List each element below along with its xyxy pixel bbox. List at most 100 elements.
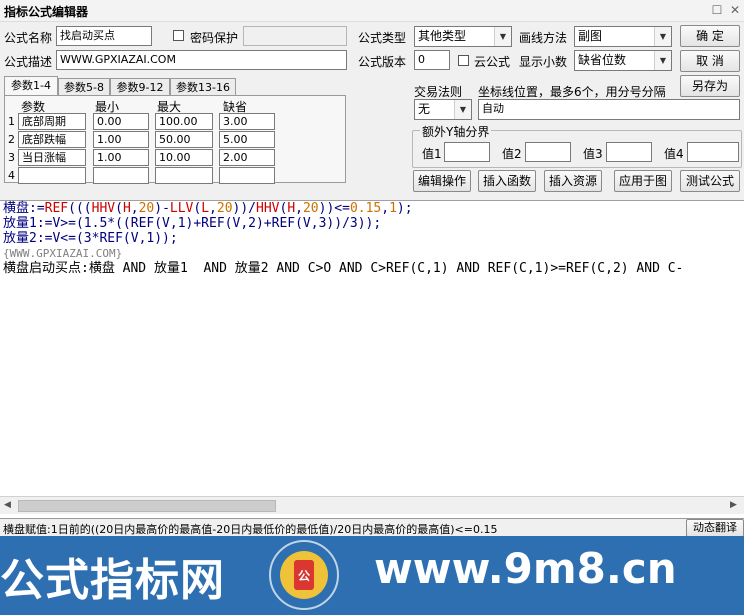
formula-name-label: 公式名称	[4, 31, 53, 45]
code-line-1: 横盘:=REF(((HHV(H,20)-LLV(L,20))/HHV(H,20)…	[3, 201, 413, 216]
param-row-number: 3	[8, 151, 15, 164]
watermark-right-text: www.9m8.cn	[374, 544, 677, 593]
code-token: 20	[302, 201, 319, 216]
formula-name-input[interactable]: 找启动买点	[56, 26, 152, 46]
formula-type-label: 公式类型	[358, 31, 407, 45]
tab-params-9-12[interactable]: 参数9-12	[110, 78, 170, 96]
trade-rule-value: 无	[418, 102, 431, 116]
formula-desc-input[interactable]: WWW.GPXIAZAI.COM	[56, 50, 347, 70]
code-token: ,	[130, 201, 139, 216]
insert-function-button[interactable]: 插入函数	[478, 170, 536, 192]
formula-settings-panel: 公式名称 找启动买点 密码保护 公式类型 其他类型 ▼ 画线方法 副图 ▼ 确 …	[0, 22, 744, 200]
y-value3-label: 值3	[583, 147, 603, 161]
y-value4-label: 值4	[664, 147, 684, 161]
param-default-cell[interactable]: 2.00	[219, 149, 275, 166]
code-token: 0.15	[349, 201, 382, 216]
editor-horizontal-scrollbar[interactable]: ◀ ▶	[0, 496, 744, 514]
cancel-button[interactable]: 取 消	[680, 50, 740, 72]
param-row-number: 4	[8, 169, 15, 182]
svg-text:公: 公	[298, 569, 310, 583]
param-min-cell[interactable]: 1.00	[93, 131, 149, 148]
edit-ops-button[interactable]: 编辑操作	[413, 170, 471, 192]
param-max-cell[interactable]: 10.00	[155, 149, 213, 166]
scrollbar-thumb[interactable]	[18, 500, 276, 512]
save-as-button[interactable]: 另存为	[680, 75, 740, 97]
code-token: ))<=	[318, 201, 350, 216]
code-token: )-	[154, 201, 170, 216]
code-line-2: 放量1:=V>=(1.5*((REF(V,1)+REF(V,2)+REF(V,3…	[3, 216, 382, 231]
decimal-value: 缺省位数	[578, 53, 627, 67]
code-line-3: 放量2:=V<=(3*REF(V,1));	[3, 231, 178, 246]
code-token: H	[287, 201, 296, 216]
password-label: 密码保护	[190, 31, 239, 45]
param-name-cell[interactable]	[18, 167, 86, 184]
draw-method-value: 副图	[578, 29, 603, 43]
test-formula-button[interactable]: 测试公式	[680, 170, 740, 192]
formula-type-select[interactable]: 其他类型 ▼	[414, 26, 512, 47]
param-max-cell[interactable]	[155, 167, 213, 184]
code-token: ,	[381, 201, 390, 216]
trade-rule-label: 交易法则	[414, 85, 463, 99]
status-text: 横盘赋值:1日前的((20日内最高价的最高值-20日内最低价的最低值)/20日内…	[3, 523, 498, 536]
draw-method-select[interactable]: 副图 ▼	[574, 26, 672, 47]
param-default-cell[interactable]	[219, 167, 275, 184]
password-checkbox[interactable]	[173, 30, 184, 41]
y-value3-input[interactable]	[606, 142, 652, 162]
param-max-cell[interactable]: 100.00	[155, 113, 213, 130]
code-token: L	[201, 201, 210, 216]
param-min-cell[interactable]	[93, 167, 149, 184]
ok-button[interactable]: 确 定	[680, 25, 740, 47]
param-min-cell[interactable]: 0.00	[93, 113, 149, 130]
code-token: );	[396, 201, 413, 216]
y-value1-input[interactable]	[444, 142, 490, 162]
code-token: 1	[389, 201, 397, 216]
formula-type-value: 其他类型	[418, 29, 467, 43]
cloud-formula-label: 云公式	[474, 55, 511, 69]
code-token: REF	[44, 201, 69, 216]
dynamic-translate-button[interactable]: 动态翻译	[686, 519, 744, 537]
chevron-down-icon: ▼	[494, 27, 511, 46]
decimal-select[interactable]: 缺省位数 ▼	[574, 50, 672, 71]
scroll-right-icon[interactable]: ▶	[730, 500, 737, 510]
cloud-formula-checkbox[interactable]	[458, 55, 469, 66]
seal-logo-icon: 公	[269, 540, 339, 610]
chevron-down-icon: ▼	[654, 27, 671, 46]
code-token: LLV	[169, 201, 194, 216]
param-name-cell[interactable]: 底部周期	[18, 113, 86, 130]
tab-params-13-16[interactable]: 参数13-16	[170, 78, 236, 96]
param-name-cell[interactable]: 当日涨幅	[18, 149, 86, 166]
param-name-cell[interactable]: 底部跌幅	[18, 131, 86, 148]
formula-version-label: 公式版本	[358, 55, 407, 69]
watermark-left-text: 公式指标网	[0, 555, 225, 606]
code-token: ,	[295, 201, 303, 216]
tab-params-5-8[interactable]: 参数5-8	[58, 78, 110, 96]
coord-line-label: 坐标线位置，最多6个，用分号分隔	[478, 85, 666, 99]
code-comment: {WWW.GPXIAZAI.COM}	[3, 247, 123, 260]
insert-resource-button[interactable]: 插入资源	[544, 170, 602, 192]
draw-method-label: 画线方法	[519, 31, 568, 45]
trade-rule-select[interactable]: 无 ▼	[414, 99, 472, 120]
scroll-left-icon[interactable]: ◀	[4, 500, 11, 510]
apply-to-chart-button[interactable]: 应用于图	[614, 170, 672, 192]
decimal-label: 显示小数	[519, 55, 568, 69]
formula-version-input[interactable]: 0	[414, 50, 450, 70]
formula-desc-label: 公式描述	[4, 55, 53, 69]
tab-params-1-4[interactable]: 参数1-4	[4, 76, 58, 95]
close-icon[interactable]: ✕	[728, 3, 742, 17]
code-token: (	[115, 201, 123, 216]
param-default-cell[interactable]: 5.00	[219, 131, 275, 148]
chevron-down-icon: ▼	[454, 100, 471, 119]
param-min-cell[interactable]: 1.00	[93, 149, 149, 166]
param-row-number: 1	[8, 115, 15, 128]
y-value2-input[interactable]	[525, 142, 571, 162]
param-max-cell[interactable]: 50.00	[155, 131, 213, 148]
window-title: 指标公式编辑器	[4, 5, 89, 19]
code-token: HHV	[91, 201, 116, 216]
password-input[interactable]	[243, 26, 347, 46]
maximize-icon[interactable]: ☐	[710, 3, 724, 17]
formula-editor[interactable]: 横盘:=REF(((HHV(H,20)-LLV(L,20))/HHV(H,20)…	[0, 200, 744, 518]
coord-line-input[interactable]: 自动	[478, 99, 740, 120]
param-default-cell[interactable]: 3.00	[219, 113, 275, 130]
param-table: 参数 最小 最大 缺省 1 底部周期 0.00 100.00 3.00 2 底部…	[4, 95, 346, 184]
y-value4-input[interactable]	[687, 142, 739, 162]
